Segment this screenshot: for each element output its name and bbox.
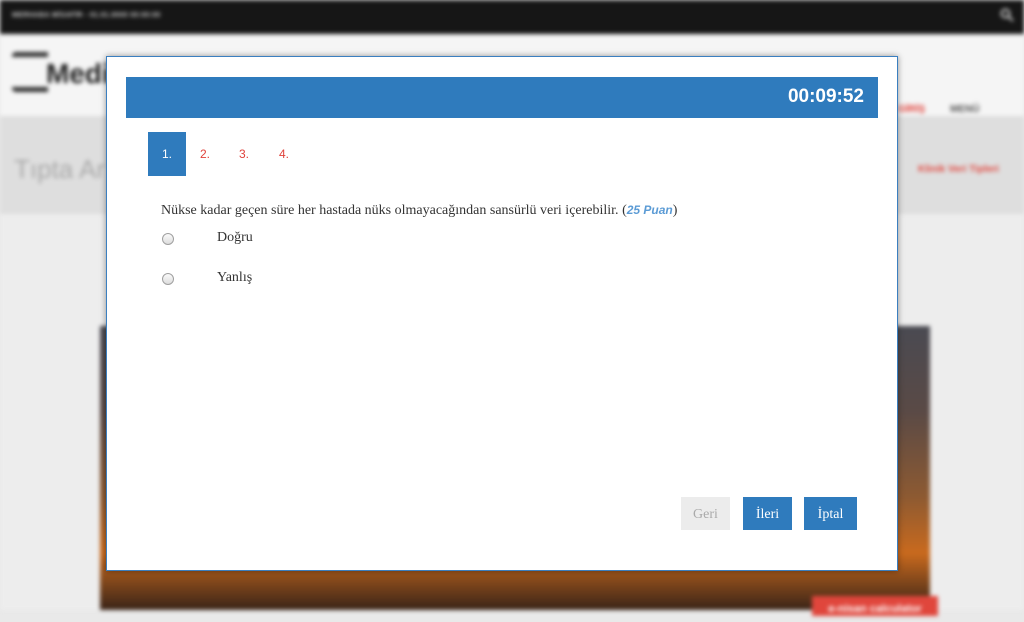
calculator-badge[interactable]: e-nisan calculator [812,596,938,616]
nav-link-menu[interactable]: MENÜ [950,104,979,115]
quiz-modal: 00:09:52 1. 2. 3. 4. Nükse kadar geçen s… [106,56,898,571]
tab-question-1[interactable]: 1. [148,132,186,176]
search-icon[interactable] [1000,8,1014,22]
answer-option-true[interactable]: Doğru [161,229,253,249]
top-bar-text: MERHABA MİSAFİR - 01.01.0000 00:00:00 [12,12,161,19]
countdown-timer: 00:09:52 [787,86,864,107]
page-title: Tıpta Ar [14,154,106,184]
question-points: 25 Puan [626,203,673,217]
logo-mark-icon [12,52,48,92]
points-close: ) [672,203,678,218]
back-button[interactable]: Geri [681,497,730,530]
tab-question-4[interactable]: 4. [279,132,289,176]
logo-text: Medi [46,58,110,89]
breadcrumb[interactable]: Klinik Veri Tipleri [918,164,999,175]
top-bar: MERHABA MİSAFİR - 01.01.0000 00:00:00 [0,0,1024,34]
answer-label-true[interactable]: Doğru [217,230,253,246]
nav-link-login[interactable]: GİRİŞ [898,104,925,115]
site-logo[interactable]: Medi [12,48,112,104]
next-button[interactable]: İleri [743,497,792,530]
tab-question-3[interactable]: 3. [239,132,249,176]
question-body: Nükse kadar geçen süre her hastada nüks … [161,203,619,218]
radio-false[interactable] [162,273,174,285]
answer-option-false[interactable]: Yanlış [161,269,252,289]
tab-question-2[interactable]: 2. [200,132,210,176]
modal-header: 00:09:52 [126,77,878,118]
answer-label-false[interactable]: Yanlış [217,270,252,286]
cancel-button[interactable]: İptal [804,497,857,530]
radio-true[interactable] [162,233,174,245]
question-text: Nükse kadar geçen süre her hastada nüks … [161,203,677,219]
